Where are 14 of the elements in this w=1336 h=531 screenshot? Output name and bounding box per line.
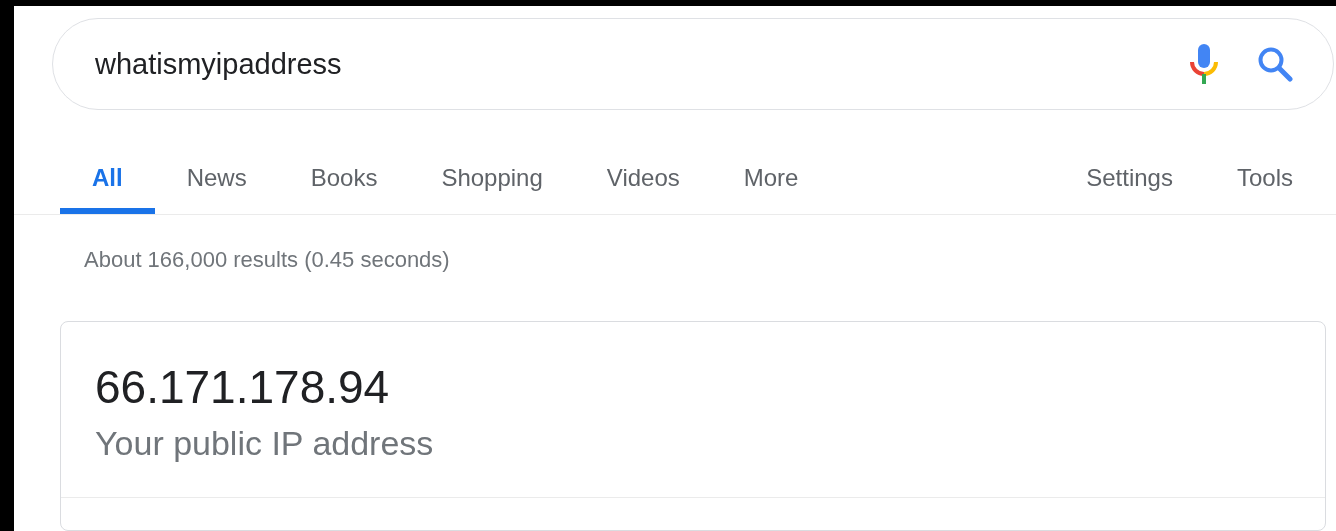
search-icon[interactable] — [1257, 46, 1293, 82]
result-stats: About 166,000 results (0.45 seconds) — [84, 247, 451, 273]
tab[interactable]: Shopping — [409, 154, 575, 214]
microphone-icon[interactable] — [1189, 43, 1219, 85]
tab[interactable]: All — [60, 154, 155, 214]
search-field[interactable]: whatismyipaddress — [95, 47, 1151, 81]
tab[interactable]: More — [711, 154, 831, 214]
tab[interactable]: News — [154, 154, 279, 214]
tools-tab[interactable]: Settings — [1054, 154, 1205, 214]
tab[interactable]: Books — [278, 154, 410, 214]
answer-caption: Your public IP address — [95, 424, 435, 463]
ip-address: 66.171.178.94 — [95, 360, 391, 414]
tools-tab[interactable]: Tools — [1204, 154, 1325, 214]
tab[interactable]: Videos — [574, 154, 712, 214]
